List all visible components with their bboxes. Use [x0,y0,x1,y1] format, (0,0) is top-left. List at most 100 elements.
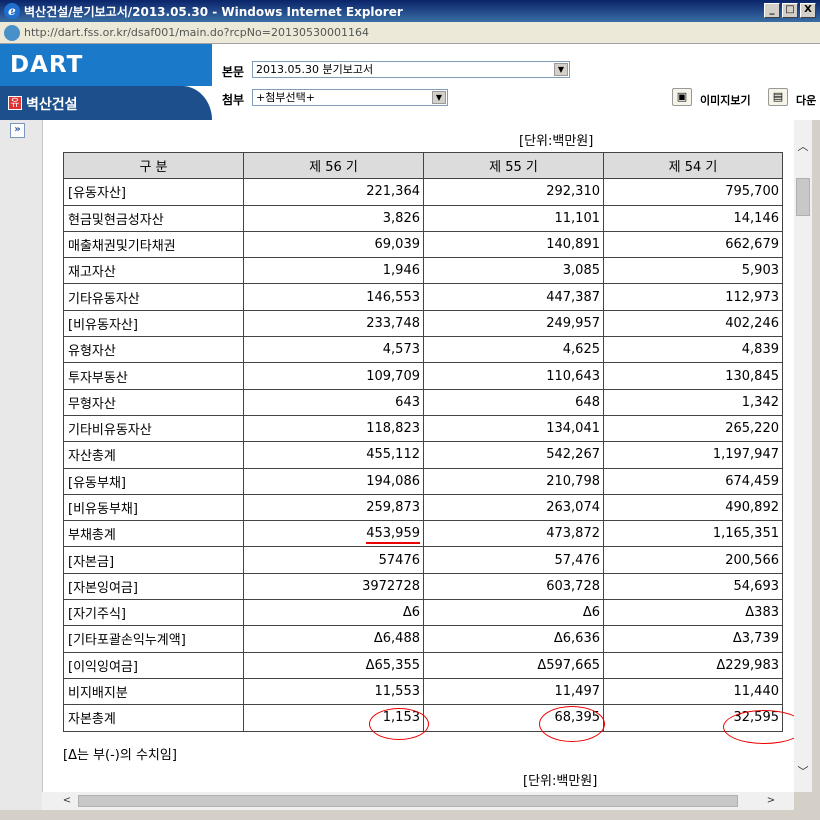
cell-value-text: 68,395 [554,710,601,726]
row-label: 유형자산 [63,336,244,364]
row-label-text: [자본금] [68,554,115,570]
cell-value: 118,823 [243,414,424,443]
row-label: [자본잉여금] [63,572,244,601]
cell-value: 54,693 [603,572,783,601]
cell-value: Δ597,665 [423,651,604,679]
cell-value-text: 259,873 [366,500,420,515]
chevron-down-icon[interactable]: ▼ [432,91,446,104]
row-label-text: 자본총계 [68,712,116,728]
row-label-text: [이익잉여금] [68,659,138,675]
cell-value: Δ3,739 [603,625,783,653]
table-row: [유동부채] 194,086 210,798 674,459 [63,467,783,495]
cell-value-text: 648 [575,394,600,410]
cell-value-text: 233,748 [366,315,420,331]
cell-value-text: 249,957 [546,315,600,331]
close-button[interactable]: X [800,3,816,18]
cell-value: 490,892 [603,493,783,522]
cell-value-text: 4,573 [382,342,420,358]
cell-value: 11,553 [243,677,424,706]
cell-value-text: 1,342 [741,394,779,410]
cell-value-text: 674,459 [725,473,779,489]
sidebar-toggle-icon[interactable]: » [10,123,25,138]
table-row: [비유동자산] 233,748 249,957 402,246 [63,309,783,338]
row-label-text: [자본잉여금] [68,580,138,596]
maximize-button[interactable]: □ [782,3,798,18]
cell-value: Δ6,636 [423,625,604,653]
cell-value-text: 109,709 [366,368,420,384]
financial-table: 구 분 제 56 기 제 55 기 제 54 기 [유동자산] 221,364 29… [63,151,783,732]
minimize-button[interactable]: _ [764,3,780,18]
row-label: [자기주식] [63,599,244,627]
cell-value: 1,197,947 [603,441,783,469]
cell-value-text: 32,595 [733,710,780,726]
cell-value: 69,039 [243,230,424,259]
cell-value: 643 [243,388,424,416]
cell-value-text: Δ383 [745,605,779,621]
row-label: [비유동자산] [63,309,244,338]
row-label-text: [유동부채] [68,475,126,491]
cell-value-text: 265,220 [725,421,779,437]
cell-value: 473,872 [423,520,604,548]
cell-value-text: Δ597,665 [537,657,600,673]
scroll-thumb-horizontal[interactable] [78,795,738,807]
row-label: 재고자산 [63,257,244,285]
cell-value: 1,153 [243,704,424,732]
cell-value-text: Δ6,488 [373,631,420,647]
scroll-up-icon[interactable]: ︿ [796,140,810,154]
cell-value-text: 11,497 [554,684,601,700]
cell-value: 233,748 [243,309,424,338]
main-document-select[interactable]: 2013.05.30 분기보고서 ▼ [252,61,570,78]
column-header: 제 55 기 [423,151,604,180]
scroll-thumb[interactable] [796,178,810,216]
row-label-text: 무형자산 [68,396,116,412]
attach-label: 첨부 [222,93,245,107]
cell-value: Δ6 [243,599,424,627]
cell-value: 14,146 [603,204,783,232]
table-row: [자본잉여금] 3972728 603,728 54,693 [63,572,783,601]
row-label-text: [기타포괄손익누계액] [68,633,186,649]
cell-value: 795,700 [603,178,783,206]
image-view-button[interactable]: 이미지보기 [700,92,751,108]
cell-value-text: 221,364 [366,184,420,200]
cell-value-text: 134,041 [546,421,600,437]
cell-value-text: 112,973 [725,289,779,305]
cell-value: 263,074 [423,493,604,522]
cell-value-text: 402,246 [725,315,779,331]
row-label-text: 현금및현금성자산 [68,212,164,228]
cell-value: 134,041 [423,414,604,443]
cell-value: 140,891 [423,230,604,259]
chevron-down-icon[interactable]: ▼ [554,63,568,76]
vertical-scrollbar[interactable]: ︿ ﹀ [794,120,812,792]
scroll-down-icon[interactable]: ﹀ [796,765,810,779]
address-url[interactable]: http://dart.fss.or.kr/dsaf001/main.do?rc… [24,26,369,39]
address-bar: http://dart.fss.or.kr/dsaf001/main.do?rc… [0,22,820,44]
table-row: 기타비유동자산 118,823 134,041 265,220 [63,414,783,443]
cell-value-text: 4,839 [741,342,779,358]
negative-note: [Δ는 부(-)의 수치임] [63,748,177,763]
main-document-value: 2013.05.30 분기보고서 [256,63,374,76]
horizontal-scrollbar[interactable]: < > [42,792,794,810]
dart-logo[interactable]: DART [10,52,83,78]
row-label: 부채총계 [63,520,244,548]
download-button[interactable]: 다운 [796,92,816,108]
cell-value: Δ6,488 [243,625,424,653]
download-icon[interactable]: ▤ [768,88,788,106]
sidebar: » [0,120,42,820]
cell-value: 57,476 [423,546,604,574]
scroll-right-icon[interactable]: > [764,794,778,808]
cell-value: 402,246 [603,309,783,338]
cell-value-text: 1,946 [382,263,420,279]
cell-value-text: Δ229,983 [716,657,779,673]
row-label: 무형자산 [63,388,244,416]
row-label: [이익잉여금] [63,651,244,679]
scroll-left-icon[interactable]: < [60,794,74,808]
cell-value-text: Δ6,636 [553,631,600,647]
cell-value: 542,267 [423,441,604,469]
image-view-icon[interactable]: ▣ [672,88,692,106]
cell-value-text: 455,112 [366,447,420,463]
cell-value: 249,957 [423,309,604,338]
cell-value-text: 490,892 [725,500,779,515]
table-row: [비유동부채] 259,873 263,074 490,892 [63,493,783,522]
attachment-select[interactable]: +첨부선택+ ▼ [252,89,448,106]
row-label: [비유동부채] [63,493,244,522]
